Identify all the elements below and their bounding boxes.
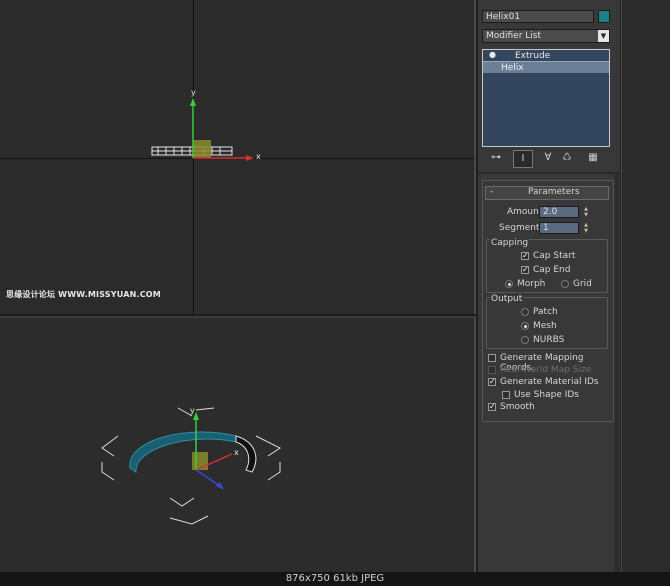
- modifier-list-dropdown[interactable]: Modifier List ▼: [482, 29, 610, 43]
- configure-modifier-sets-icon[interactable]: ▦: [584, 150, 602, 166]
- rollout-title: Parameters: [528, 187, 580, 197]
- show-end-result-icon[interactable]: I: [513, 150, 533, 168]
- modifier-list-label: Modifier List: [486, 31, 541, 41]
- helix-object-front[interactable]: [148, 86, 268, 170]
- panel-divider: [478, 172, 620, 174]
- gizmo-plane: [193, 140, 211, 158]
- cap-end-checkbox[interactable]: ✓: [521, 266, 529, 274]
- cap-start-checkbox[interactable]: ✓: [521, 252, 529, 260]
- chevron-down-icon[interactable]: ▼: [598, 30, 609, 42]
- amount-spinner[interactable]: ▲ ▼: [583, 206, 589, 218]
- amount-value: 2.0: [543, 207, 558, 217]
- remove-modifier-icon[interactable]: ♺: [558, 150, 576, 166]
- rollout-header[interactable]: - Parameters: [485, 186, 609, 200]
- axis-label-x-perspective: x: [234, 448, 239, 457]
- capping-title: Capping: [490, 238, 530, 248]
- generate-material-label: Generate Material IDs: [500, 377, 599, 387]
- rollout-toggle: -: [490, 187, 494, 197]
- segments-input[interactable]: 1: [539, 222, 579, 234]
- axis-label-x: x: [256, 152, 261, 161]
- command-panel: Helix01 Modifier List ▼ ● Extrude Helix …: [478, 0, 621, 572]
- axis-label-y-perspective: y: [190, 406, 195, 415]
- grid-radio[interactable]: [561, 280, 569, 288]
- mesh-radio[interactable]: [521, 322, 529, 330]
- use-shape-ids-checkbox[interactable]: [502, 391, 510, 399]
- mesh-label: Mesh: [533, 321, 557, 331]
- modifier-stack[interactable]: ● Extrude Helix: [482, 49, 610, 147]
- panel-scrollbar[interactable]: [614, 174, 619, 572]
- smooth-checkbox[interactable]: ✓: [488, 403, 496, 411]
- make-unique-icon[interactable]: ∀: [539, 150, 557, 166]
- axis-label-y: y: [191, 88, 196, 97]
- patch-label: Patch: [533, 307, 558, 317]
- generate-mapping-checkbox[interactable]: [488, 354, 496, 362]
- top-viewport[interactable]: y x 思缘设计论坛 WWW.MISSYUAN.COM: [0, 0, 476, 314]
- nurbs-radio[interactable]: [521, 336, 529, 344]
- stack-item-label: Extrude: [515, 51, 551, 61]
- lightbulb-icon[interactable]: ●: [489, 50, 496, 59]
- nurbs-label: NURBS: [533, 335, 565, 345]
- morph-radio[interactable]: [505, 280, 513, 288]
- pin-stack-icon[interactable]: ⊶: [487, 150, 505, 166]
- stack-item-extrude[interactable]: ● Extrude: [483, 50, 609, 62]
- stack-item-helix[interactable]: Helix: [483, 62, 609, 73]
- object-name-value: Helix01: [486, 12, 521, 22]
- grid-label: Grid: [573, 279, 592, 289]
- patch-radio[interactable]: [521, 308, 529, 316]
- segments-value: 1: [543, 223, 549, 233]
- stack-item-label: Helix: [501, 63, 524, 73]
- object-color-swatch[interactable]: [598, 10, 610, 23]
- use-shape-ids-label: Use Shape IDs: [514, 390, 579, 400]
- generate-material-checkbox[interactable]: ✓: [488, 378, 496, 386]
- amount-input[interactable]: 2.0: [539, 206, 579, 218]
- cap-start-label: Cap Start: [533, 251, 576, 261]
- smooth-label: Smooth: [500, 402, 535, 412]
- right-empty-area: [621, 0, 670, 572]
- watermark: 思缘设计论坛 WWW.MISSYUAN.COM: [6, 290, 161, 299]
- capping-group: Capping ✓ Cap Start ✓ Cap End Morph Grid: [486, 238, 608, 293]
- output-group: Output Patch Mesh NURBS: [486, 294, 608, 349]
- perspective-viewport[interactable]: y x: [0, 316, 476, 572]
- output-title: Output: [490, 294, 524, 304]
- morph-label: Morph: [517, 279, 546, 289]
- helix-object-perspective[interactable]: [96, 406, 292, 530]
- cap-end-label: Cap End: [533, 265, 571, 275]
- object-name-field[interactable]: Helix01: [482, 10, 594, 23]
- status-bar: 876x750 61kb JPEG: [0, 572, 670, 586]
- parameters-rollout: - Parameters Amount: 2.0 ▲ ▼ Segments: 1 …: [482, 180, 614, 422]
- real-world-label: Real-World Map Size: [500, 365, 592, 375]
- segments-spinner[interactable]: ▲ ▼: [583, 222, 589, 234]
- real-world-checkbox: [488, 366, 496, 374]
